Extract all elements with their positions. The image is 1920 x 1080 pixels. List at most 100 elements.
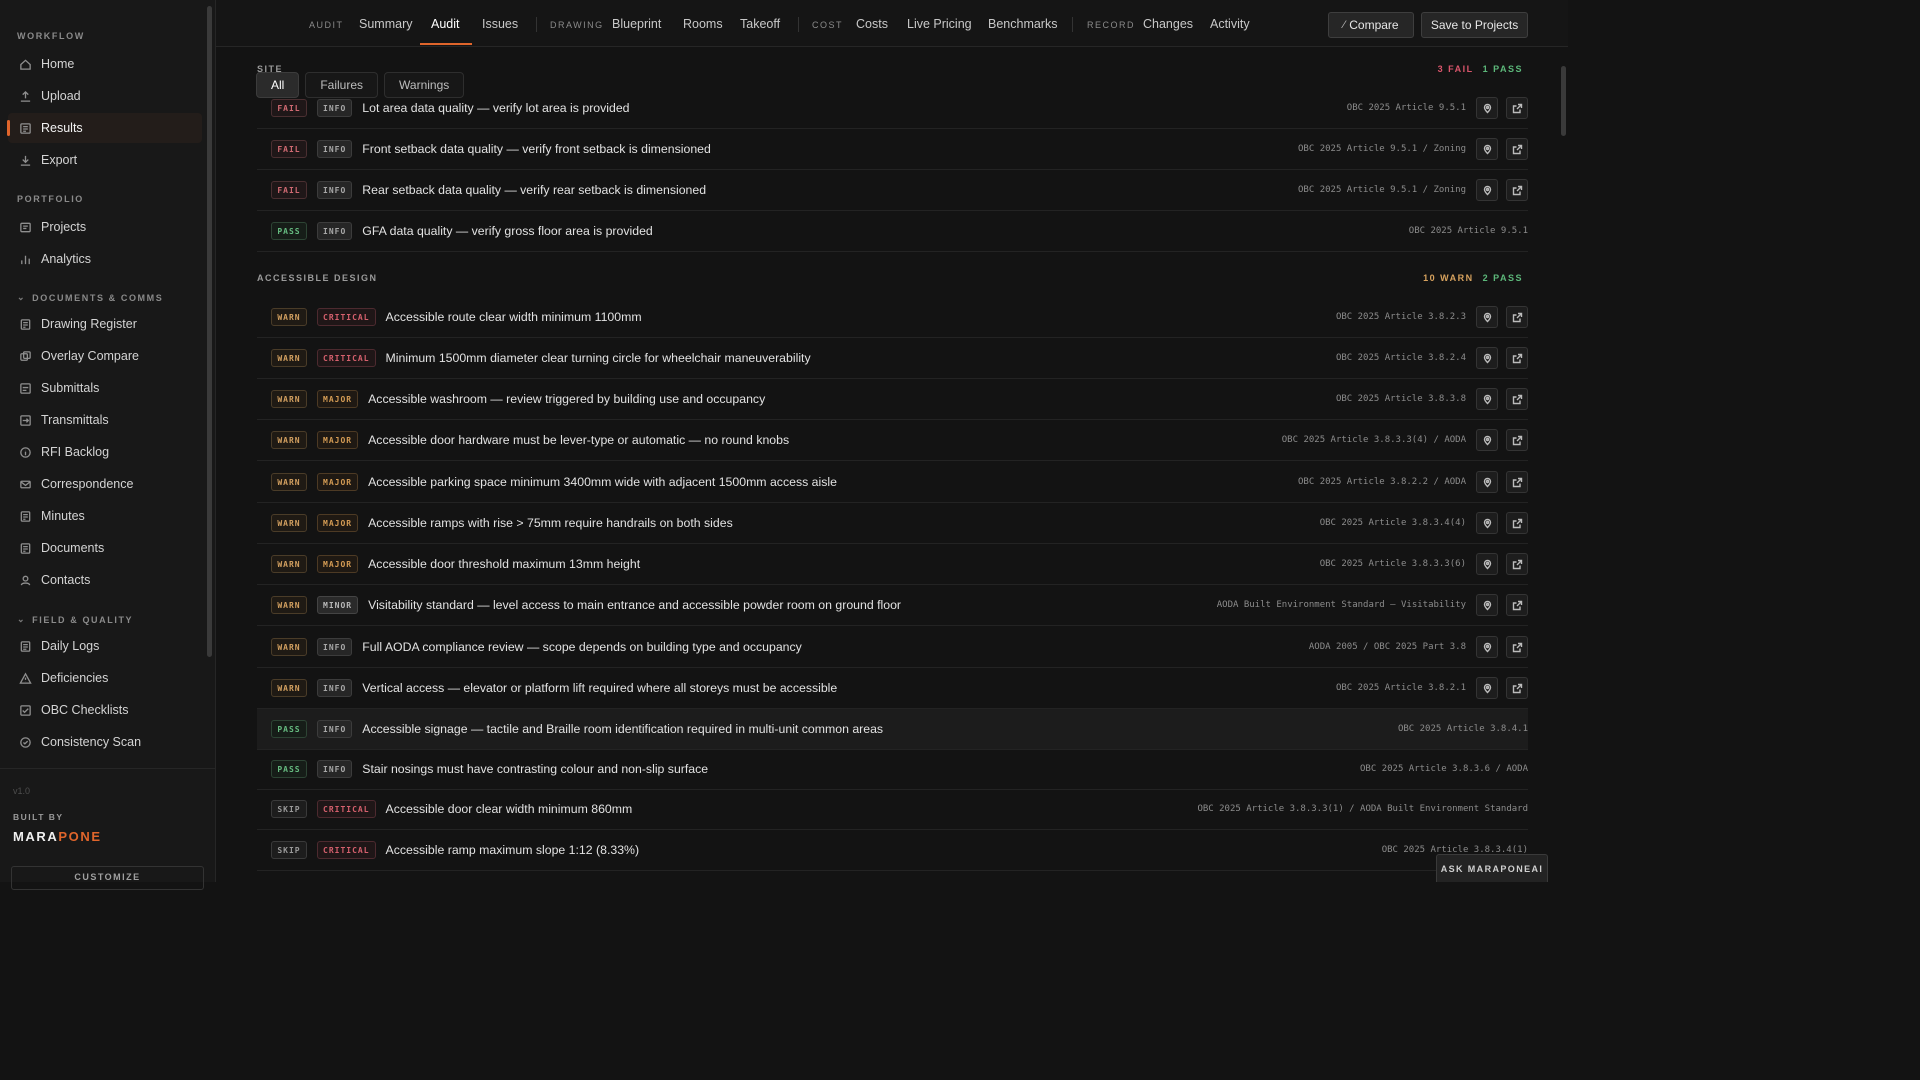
tab-issues[interactable]: Issues: [482, 17, 518, 31]
compare-label: Compare: [1349, 18, 1399, 32]
audit-row[interactable]: WARN MAJOR Accessible ramps with rise > 75…: [257, 503, 1528, 544]
brand-logo: MARAPONE: [13, 829, 102, 844]
sidebar-item-export[interactable]: Export: [8, 145, 202, 175]
locate-pin-icon[interactable]: [1476, 471, 1498, 493]
locate-pin-icon[interactable]: [1476, 594, 1498, 616]
open-external-icon[interactable]: [1506, 388, 1528, 410]
audit-row[interactable]: WARN MAJOR Accessible door threshold maxim…: [257, 544, 1528, 585]
audit-row[interactable]: WARN CRITICAL Minimum 1500mm diameter clea…: [257, 338, 1528, 379]
status-badge: FAIL: [271, 99, 307, 117]
main-scrollbar[interactable]: [1561, 66, 1566, 136]
sidebar-item-label: Projects: [41, 220, 87, 234]
locate-pin-icon[interactable]: [1476, 306, 1498, 328]
open-external-icon[interactable]: [1506, 512, 1528, 534]
chevron-down-icon: ⌄: [17, 614, 27, 624]
audit-row[interactable]: FAIL INFO Lot area data quality — verify l…: [257, 88, 1528, 129]
sidebar-item-minutes[interactable]: Minutes: [8, 501, 202, 531]
audit-row[interactable]: FAIL INFO Front setback data quality — ver…: [257, 129, 1528, 170]
open-external-icon[interactable]: [1506, 471, 1528, 493]
open-external-icon[interactable]: [1506, 594, 1528, 616]
locate-pin-icon[interactable]: [1476, 97, 1498, 119]
sidebar-item-projects[interactable]: Projects: [8, 212, 202, 242]
locate-pin-icon[interactable]: [1476, 636, 1498, 658]
sidebar-item-contacts[interactable]: Contacts: [8, 565, 202, 595]
tab-audit[interactable]: Audit: [431, 17, 460, 31]
audit-row[interactable]: FAIL INFO Rear setback data quality — veri…: [257, 170, 1528, 211]
tab-benchmarks[interactable]: Benchmarks: [988, 17, 1057, 31]
tab-blueprint[interactable]: Blueprint: [612, 17, 661, 31]
locate-pin-icon[interactable]: [1476, 677, 1498, 699]
audit-row[interactable]: WARN CRITICAL Accessible route clear width…: [257, 297, 1528, 338]
audit-row[interactable]: SKIP CRITICAL Accessible door clear width …: [257, 789, 1528, 830]
compare-button[interactable]: ⁄ Compare: [1328, 12, 1414, 38]
sidebar-scrollbar[interactable]: [207, 6, 212, 657]
locate-pin-icon[interactable]: [1476, 553, 1498, 575]
top-tab-bar: AUDIT Summary Audit Issues DRAWING Blueprint R…: [216, 0, 1568, 47]
open-external-icon[interactable]: [1506, 306, 1528, 328]
sidebar-item-documents[interactable]: Documents: [8, 533, 202, 563]
open-external-icon[interactable]: [1506, 553, 1528, 575]
row-actions: [1468, 429, 1528, 451]
open-external-icon[interactable]: [1506, 347, 1528, 369]
status-badge: WARN: [271, 349, 307, 367]
ask-assistant-button[interactable]: ASK MARAPONEAI: [1436, 854, 1548, 882]
open-external-icon[interactable]: [1506, 97, 1528, 119]
open-external-icon[interactable]: [1506, 636, 1528, 658]
sidebar-item-results[interactable]: Results: [7, 113, 202, 143]
sidebar-item-correspondence[interactable]: Correspondence: [8, 469, 202, 499]
audit-row[interactable]: WARN MINOR Visitability standard — level a…: [257, 585, 1528, 626]
audit-row[interactable]: WARN MAJOR Accessible parking space minimu…: [257, 462, 1528, 503]
audit-row[interactable]: WARN MAJOR Accessible door hardware must b…: [257, 420, 1528, 461]
section-label-documents[interactable]: ⌄ DOCUMENTS & COMMS: [17, 292, 163, 303]
audit-row[interactable]: PASS INFO Stair nosings must have contrast…: [257, 749, 1528, 790]
locate-pin-icon[interactable]: [1476, 512, 1498, 534]
mail-icon: [18, 477, 32, 491]
code-reference: OBC 2025 Article 3.8.3.6 / AODA: [1360, 764, 1528, 774]
status-badge: SKIP: [271, 800, 307, 818]
sidebar-item-consistency-scan[interactable]: Consistency Scan: [8, 727, 202, 757]
sidebar-item-home[interactable]: Home: [8, 49, 202, 79]
tab-summary[interactable]: Summary: [359, 17, 412, 31]
open-external-icon[interactable]: [1506, 138, 1528, 160]
sidebar-item-obc-checklists[interactable]: OBC Checklists: [8, 695, 202, 725]
locate-pin-icon[interactable]: [1476, 429, 1498, 451]
audit-row[interactable]: SKIP CRITICAL Accessible ramp maximum slop…: [257, 830, 1528, 871]
customize-button[interactable]: CUSTOMIZE: [11, 866, 204, 890]
rule-description: Rear setback data quality — verify rear …: [362, 183, 707, 197]
audit-row[interactable]: WARN INFO Vertical access — elevator or pl…: [257, 668, 1528, 709]
open-external-icon[interactable]: [1506, 179, 1528, 201]
sidebar-item-analytics[interactable]: Analytics: [8, 244, 202, 274]
sidebar-item-daily-logs[interactable]: Daily Logs: [8, 631, 202, 661]
rule-description: Minimum 1500mm diameter clear turning ci…: [385, 351, 811, 365]
tab-live-pricing[interactable]: Live Pricing: [907, 17, 972, 31]
tab-activity[interactable]: Activity: [1210, 17, 1250, 31]
sidebar-item-drawing-register[interactable]: Drawing Register: [8, 309, 202, 339]
section-label-field[interactable]: ⌄ FIELD & QUALITY: [17, 614, 133, 625]
sidebar-item-transmittals[interactable]: Transmittals: [8, 405, 202, 435]
sidebar-item-overlay-compare[interactable]: Overlay Compare: [8, 341, 202, 371]
audit-row[interactable]: WARN INFO Full AODA compliance review — sc…: [257, 627, 1528, 668]
severity-badge: MAJOR: [317, 514, 359, 532]
tab-changes[interactable]: Changes: [1143, 17, 1193, 31]
tab-takeoff[interactable]: Takeoff: [740, 17, 780, 31]
sidebar-item-deficiencies[interactable]: Deficiencies: [8, 663, 202, 693]
open-external-icon[interactable]: [1506, 429, 1528, 451]
warn-count: 10 WARN: [1423, 273, 1474, 283]
sidebar-item-rfi-backlog[interactable]: RFI Backlog: [8, 437, 202, 467]
locate-pin-icon[interactable]: [1476, 347, 1498, 369]
tab-costs[interactable]: Costs: [856, 17, 888, 31]
locate-pin-icon[interactable]: [1476, 179, 1498, 201]
sidebar-item-upload[interactable]: Upload: [8, 81, 202, 111]
open-external-icon[interactable]: [1506, 677, 1528, 699]
code-reference: OBC 2025 Article 3.8.2.2 / AODA: [1298, 477, 1466, 487]
audit-row[interactable]: PASS INFO GFA data quality — verify gross …: [257, 211, 1528, 252]
locate-pin-icon[interactable]: [1476, 138, 1498, 160]
code-reference: OBC 2025 Article 9.5.1: [1346, 103, 1466, 113]
tab-rooms[interactable]: Rooms: [683, 17, 723, 31]
save-to-projects-button[interactable]: Save to Projects: [1421, 12, 1528, 38]
locate-pin-icon[interactable]: [1476, 388, 1498, 410]
document-icon: [18, 317, 32, 331]
sidebar-item-submittals[interactable]: Submittals: [8, 373, 202, 403]
audit-row[interactable]: PASS INFO Accessible signage — tactile and…: [257, 709, 1528, 750]
audit-row[interactable]: WARN MAJOR Accessible washroom — review tr…: [257, 379, 1528, 420]
